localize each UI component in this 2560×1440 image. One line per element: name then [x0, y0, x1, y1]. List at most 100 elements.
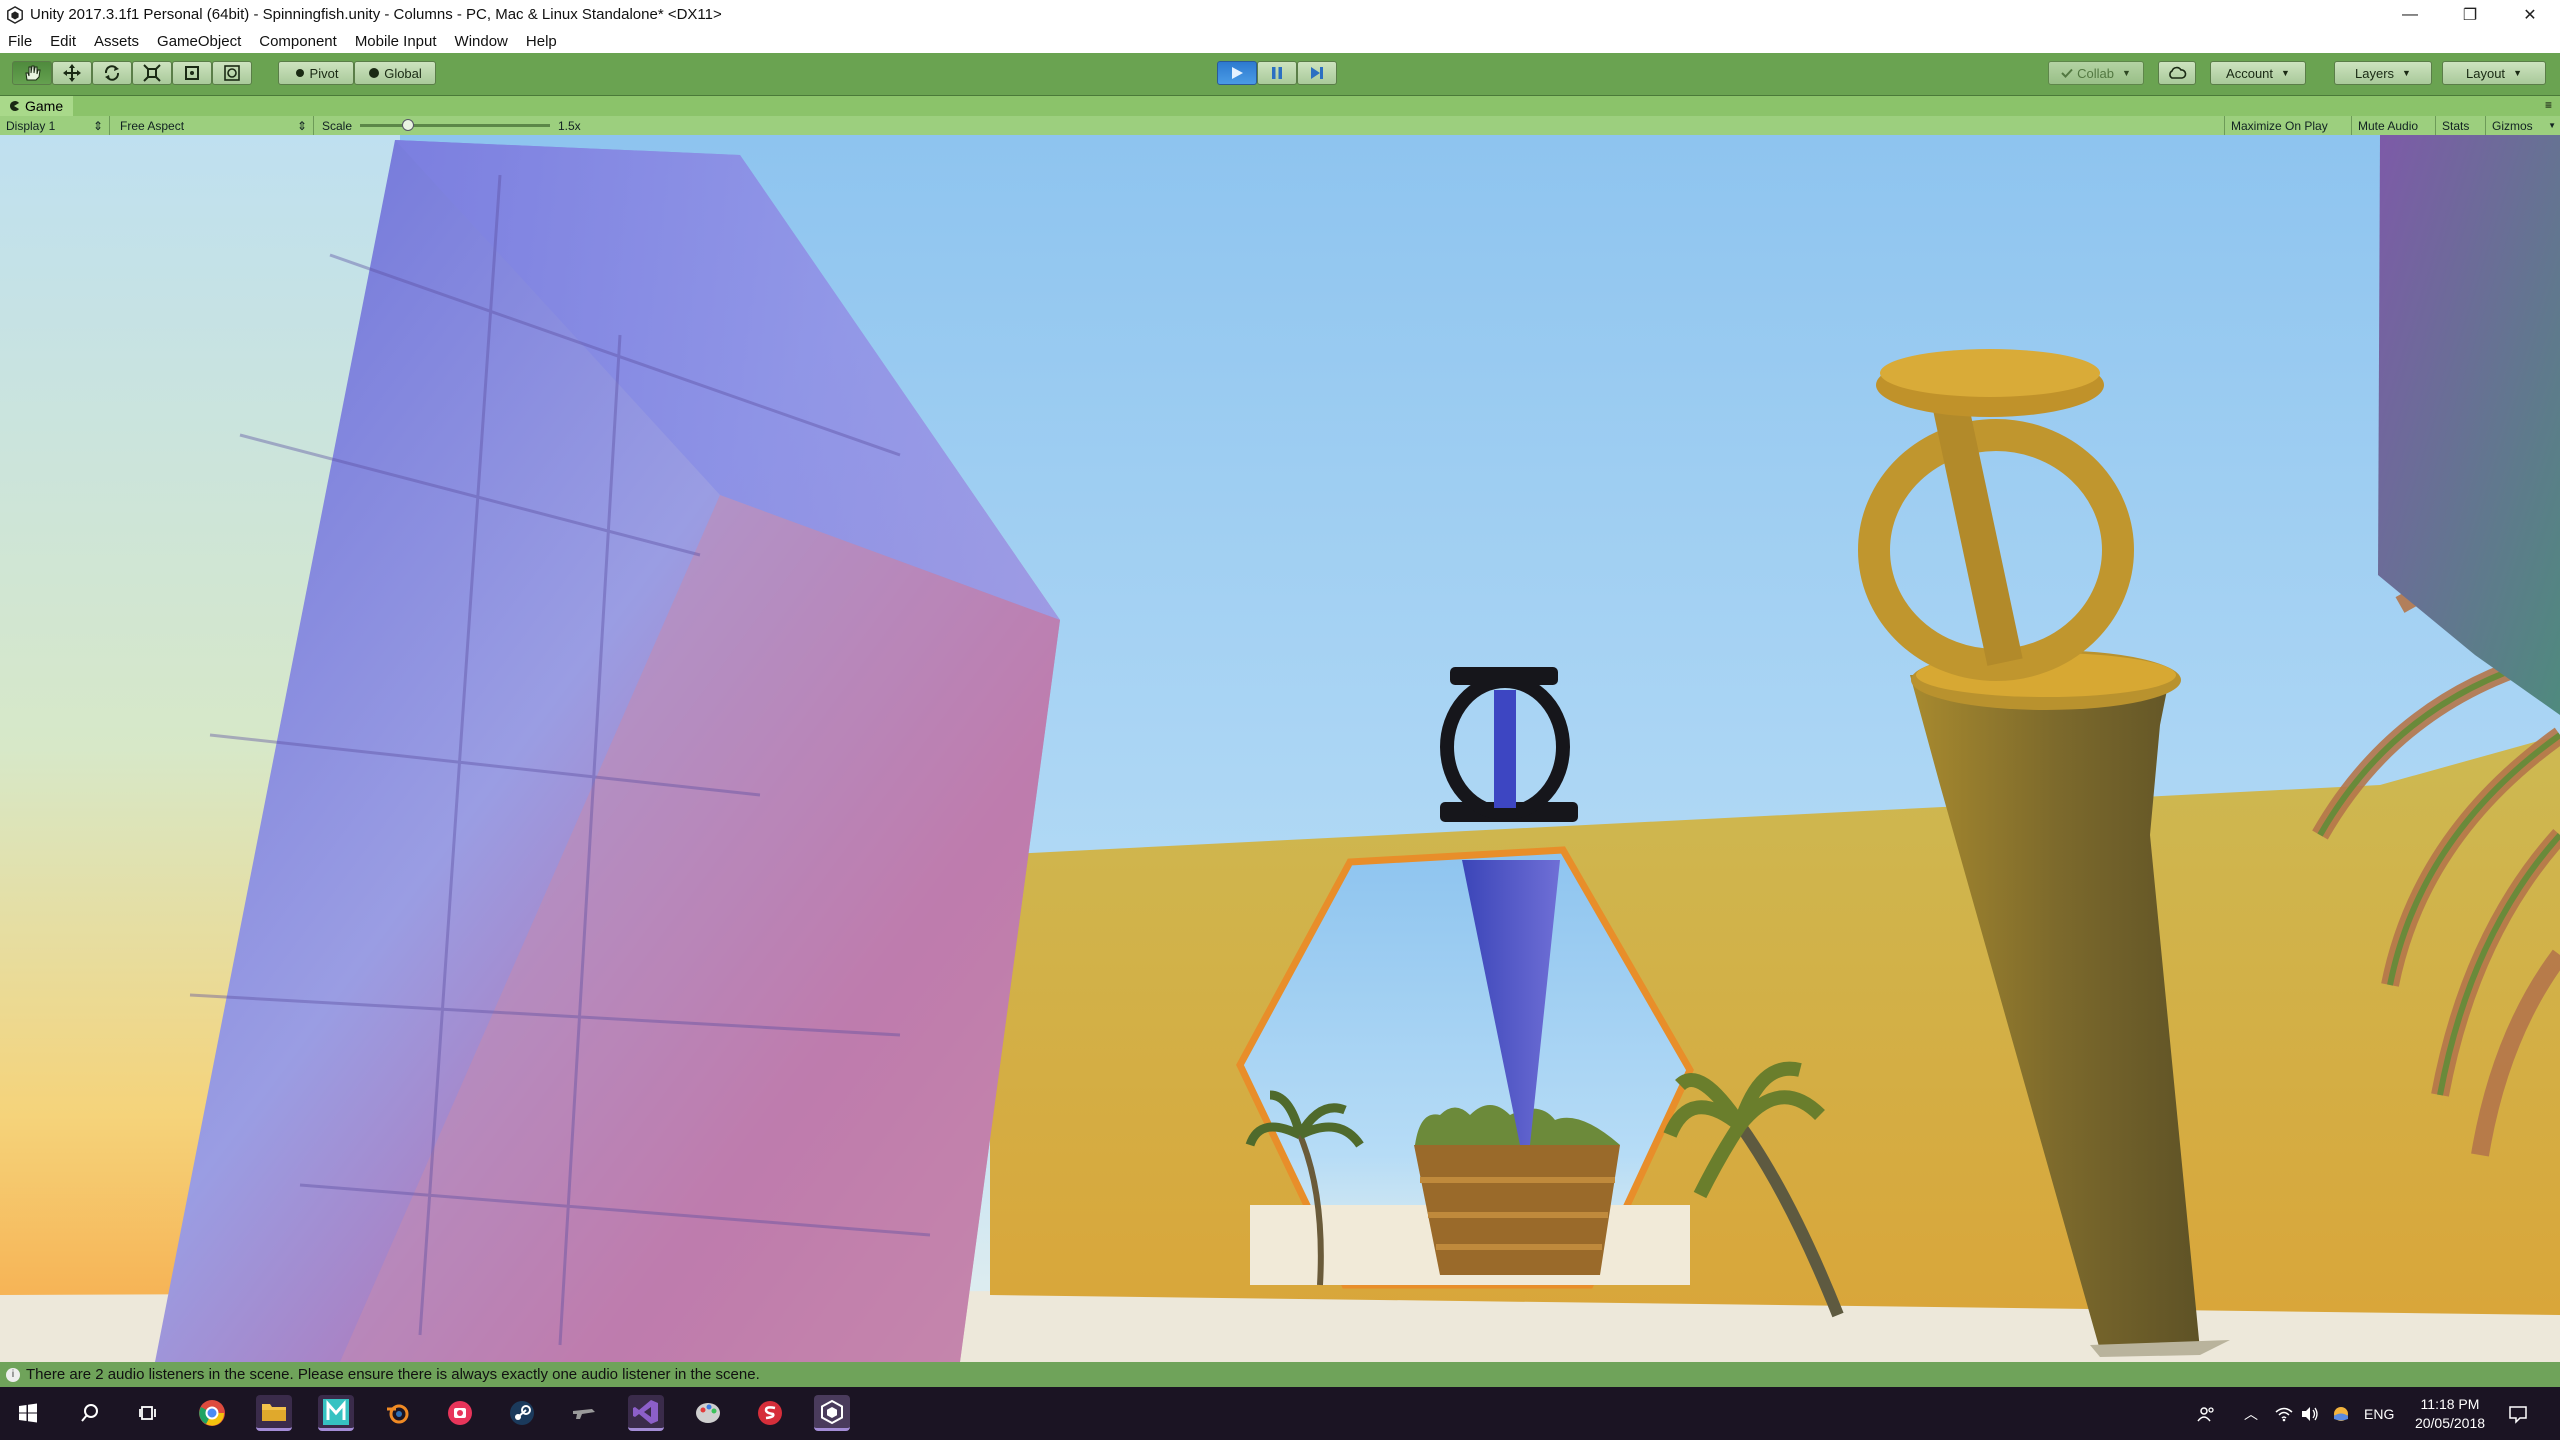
- weather-icon: [2334, 1406, 2348, 1421]
- game-viewport[interactable]: [0, 135, 2560, 1362]
- menu-component[interactable]: Component: [250, 33, 346, 50]
- taskbar-chrome[interactable]: [194, 1395, 230, 1431]
- taskbar-unity[interactable]: [814, 1395, 850, 1431]
- taskbar-paint-app[interactable]: [690, 1395, 726, 1431]
- layout-label: Layout: [2466, 65, 2506, 81]
- show-hidden-icons[interactable]: ︿: [2244, 1387, 2258, 1440]
- menu-mobile-input[interactable]: Mobile Input: [346, 33, 446, 50]
- window-title: Unity 2017.3.1f1 Personal (64bit) - Spin…: [30, 6, 722, 23]
- step-button[interactable]: [1297, 61, 1337, 85]
- maximize-on-play-toggle[interactable]: Maximize On Play: [2224, 116, 2352, 135]
- rotate-tool-button[interactable]: [92, 61, 132, 85]
- pause-button[interactable]: [1257, 61, 1297, 85]
- collab-label: Collab: [2077, 65, 2114, 81]
- updown-arrow-icon: ⇕: [296, 118, 307, 133]
- mixamo-icon: [323, 1398, 349, 1425]
- tab-game[interactable]: Game: [0, 96, 74, 116]
- unity-logo-icon: [7, 5, 23, 24]
- windows-start-button[interactable]: [10, 1395, 46, 1431]
- palette-icon: [696, 1403, 720, 1423]
- menu-edit[interactable]: Edit: [41, 33, 85, 50]
- task-view-button[interactable]: [130, 1395, 166, 1431]
- visual-studio-icon: [633, 1399, 658, 1424]
- menu-assets[interactable]: Assets: [85, 33, 148, 50]
- scale-label: Scale: [322, 118, 353, 133]
- rotate-icon: [104, 65, 120, 81]
- transform-tool-button[interactable]: [212, 61, 252, 85]
- network-button[interactable]: [2274, 1387, 2294, 1440]
- windows-logo-icon: [19, 1403, 37, 1423]
- pivot-toggle-button[interactable]: Pivot: [278, 61, 354, 85]
- minimize-button[interactable]: —: [2380, 0, 2440, 29]
- menu-gameobject[interactable]: GameObject: [148, 33, 250, 50]
- language-indicator[interactable]: ENG: [2364, 1387, 2394, 1440]
- people-button[interactable]: [2196, 1387, 2216, 1440]
- windows-taskbar: ︿ ENG 11:18 PM 20/05/2018: [0, 1387, 2560, 1440]
- notification-icon: [2509, 1405, 2527, 1424]
- status-message: There are 2 audio listeners in the scene…: [26, 1366, 760, 1383]
- global-label: Global: [384, 65, 422, 81]
- step-icon: [1311, 67, 1323, 79]
- maximize-button[interactable]: ❐: [2440, 0, 2500, 29]
- scale-slider-track[interactable]: [360, 124, 550, 127]
- taskbar-visual-studio[interactable]: [628, 1395, 664, 1431]
- hand-icon: [25, 65, 41, 81]
- pivot-label: Pivot: [309, 65, 339, 81]
- info-icon: i: [6, 1367, 20, 1382]
- weather-button[interactable]: [2332, 1387, 2350, 1440]
- gizmos-dropdown[interactable]: Gizmos ▼: [2486, 116, 2560, 135]
- display-dropdown[interactable]: Display 1 ⇕: [0, 116, 110, 135]
- game-tab-bar: Game ≡: [0, 96, 2560, 116]
- main-toolbar: Pivot Global Collab ▼ Account ▼ Layers ▼ La…: [0, 53, 2560, 96]
- taskbar-mixamo[interactable]: [318, 1395, 354, 1431]
- layers-label: Layers: [2355, 65, 2395, 81]
- menu-bar: File Edit Assets GameObject Component Mo…: [0, 29, 2560, 53]
- search-button[interactable]: [72, 1395, 108, 1431]
- action-center-button[interactable]: [2508, 1387, 2528, 1440]
- blender-icon: [387, 1404, 409, 1424]
- cloud-button[interactable]: [2158, 61, 2196, 85]
- hand-tool-button[interactable]: [12, 61, 52, 85]
- account-dropdown[interactable]: Account ▼: [2210, 61, 2306, 85]
- menu-file[interactable]: File: [0, 33, 41, 50]
- taskbar-game-app[interactable]: [566, 1395, 602, 1431]
- taskbar-screen-recorder[interactable]: [442, 1395, 478, 1431]
- menu-window[interactable]: Window: [446, 33, 517, 50]
- taskbar-substance[interactable]: [752, 1395, 788, 1431]
- aspect-label: Free Aspect: [120, 118, 185, 133]
- folder-icon: [262, 1403, 286, 1421]
- game-render: [0, 135, 2560, 1362]
- layers-dropdown[interactable]: Layers ▼: [2334, 61, 2432, 85]
- rect-tool-button[interactable]: [172, 61, 212, 85]
- console-status-bar[interactable]: i There are 2 audio listeners in the sce…: [0, 1362, 2560, 1387]
- tab-menu-icon[interactable]: ≡: [2545, 98, 2552, 112]
- taskbar-blender[interactable]: [380, 1395, 416, 1431]
- scale-value: 1.5x: [558, 118, 581, 133]
- clock-time: 11:18 PM: [2420, 1395, 2480, 1412]
- taskbar-file-explorer[interactable]: [256, 1395, 292, 1431]
- gizmos-label: Gizmos: [2492, 118, 2533, 133]
- menu-help[interactable]: Help: [517, 33, 566, 50]
- mute-audio-toggle[interactable]: Mute Audio: [2352, 116, 2436, 135]
- play-button[interactable]: [1217, 61, 1257, 85]
- global-toggle-button[interactable]: Global: [354, 61, 436, 85]
- aspect-dropdown[interactable]: Free Aspect ⇕: [114, 116, 314, 135]
- scale-icon: [143, 64, 161, 82]
- speaker-icon: [2302, 1406, 2318, 1421]
- planter-basket: [1414, 1105, 1620, 1275]
- collab-dropdown[interactable]: Collab ▼: [2048, 61, 2144, 85]
- move-tool-button[interactable]: [52, 61, 92, 85]
- title-bar: Unity 2017.3.1f1 Personal (64bit) - Spin…: [0, 0, 2560, 29]
- stats-toggle[interactable]: Stats: [2436, 116, 2486, 135]
- substance-icon: [758, 1401, 782, 1425]
- task-view-icon: [139, 1406, 156, 1420]
- taskbar-steam[interactable]: [504, 1395, 540, 1431]
- pacman-game-icon: [10, 101, 19, 111]
- clock-date: 20/05/2018: [2414, 1414, 2486, 1431]
- scale-tool-button[interactable]: [132, 61, 172, 85]
- clock[interactable]: 11:18 PM 20/05/2018: [2400, 1387, 2500, 1440]
- volume-button[interactable]: [2300, 1387, 2320, 1440]
- close-button[interactable]: ✕: [2500, 0, 2560, 29]
- layout-dropdown[interactable]: Layout ▼: [2442, 61, 2546, 85]
- scale-slider-thumb[interactable]: [402, 119, 414, 131]
